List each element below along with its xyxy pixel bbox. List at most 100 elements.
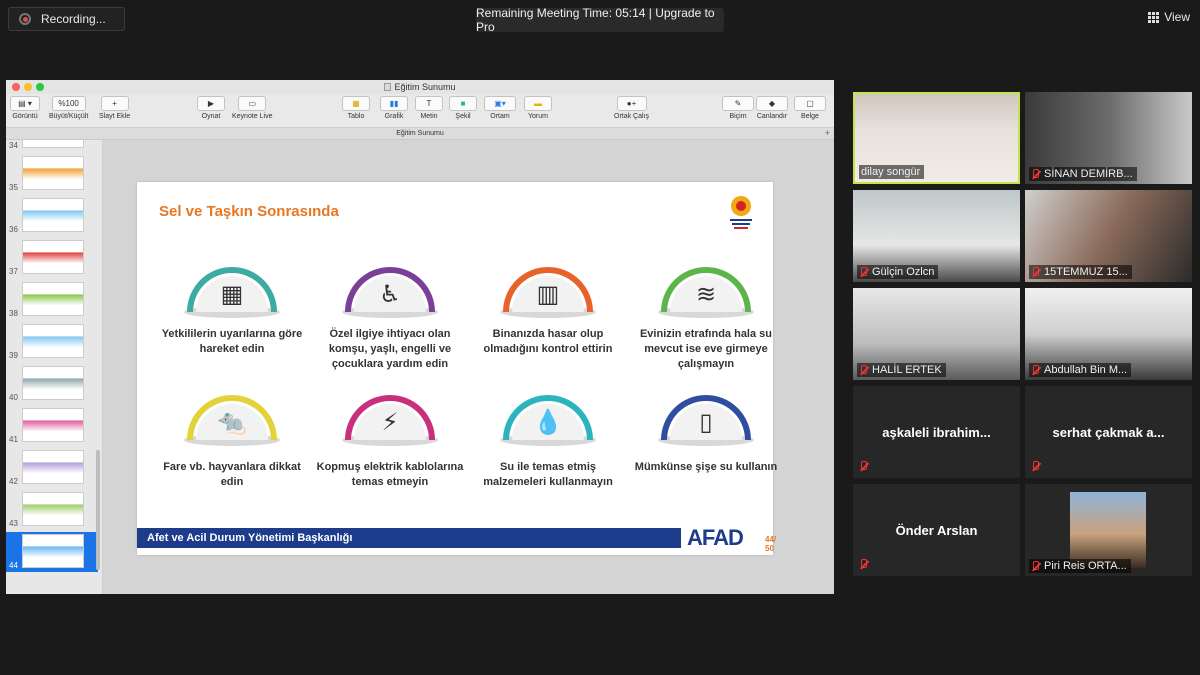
participant-name-label: Abdullah Bin M... [1029,363,1132,377]
participant-tile[interactable]: Piri Reis ORTA... [1025,484,1192,576]
muted-mic-icon [1031,461,1040,472]
safety-icon-8: ▯ [656,382,756,448]
play-button[interactable]: ▶ Oynat [197,96,225,120]
text-label: Metin [420,113,438,120]
shape-button[interactable]: ■ Şekil [449,96,477,120]
navigator-scrollbar[interactable] [96,450,100,570]
format-brush-icon: ✎ [722,96,754,111]
participant-name-label: HALİL ERTEK [857,363,946,377]
recording-indicator[interactable]: Recording... [8,7,125,31]
slide-footer-bar: Afet ve Acil Durum Yönetimi Başkanlığı [137,528,681,548]
slide-thumbnail[interactable]: 44 [6,532,98,572]
participant-name: Piri Reis ORTA... [1044,560,1127,572]
participant-tile[interactable]: 15TEMMUZ 15... [1025,190,1192,282]
participant-tile[interactable]: Gülçin Ozlcn [853,190,1020,282]
view-button[interactable]: View [1148,10,1190,24]
text-button[interactable]: T Metin [415,96,443,120]
current-slide[interactable]: Sel ve Taşkın Sonrasında ▦ Yetkililerin u… [137,182,777,555]
slide-thumbnail[interactable]: 42 [6,448,98,488]
media-button[interactable]: ▣▾ Ortam [484,96,516,120]
format-button[interactable]: ✎ Biçim [722,96,754,120]
muted-mic-icon [859,461,868,472]
safety-caption-4: Evinizin etrafında hala su mevcut ise ev… [639,328,773,370]
slide-thumbnail[interactable]: 37 [6,238,98,278]
participant-name-label: SİNAN DEMİRB... [1029,167,1137,181]
document-label: Belge [801,113,819,120]
meeting-time-banner[interactable]: Remaining Meeting Time: 05:14 | Upgrade … [476,6,724,34]
animate-icon: ◆ [756,96,788,111]
animate-button[interactable]: ◆ Canlandır [756,96,788,120]
table-button[interactable]: ▦ Tablo [342,96,370,120]
new-tab-plus-icon[interactable]: + [825,128,830,138]
chart-label: Grafik [384,113,404,120]
slide-preview [22,366,84,400]
text-icon: T [415,96,443,111]
document-icon: ▢ [794,96,826,111]
close-window-button[interactable] [12,83,20,91]
safety-icon-4: ≋ [656,254,756,320]
document-tab[interactable]: Eğitim Sunumu + [6,128,834,140]
keynote-file-icon [384,83,392,91]
keynote-toolbar: ▤ ▾ Görüntü %100 Büyüt/Küçült + Slayt Ek… [6,94,834,128]
participant-tile[interactable]: dilay songür [853,92,1020,184]
slide-number: 42 [9,477,18,486]
document-button[interactable]: ▢ Belge [794,96,826,120]
play-label: Oynat [201,113,221,120]
zoom-menu-button[interactable]: %100 Büyüt/Küçült [49,96,88,120]
participant-tile[interactable]: Abdullah Bin M... [1025,288,1192,380]
participant-tile[interactable]: SİNAN DEMİRB... [1025,92,1192,184]
chart-button[interactable]: ▮▮ Grafik [380,96,408,120]
participant-name: dilay songür [861,166,921,178]
safety-icon-1: ▦ [182,254,282,320]
slide-number: 38 [9,309,18,318]
logo-sun-icon [730,196,752,229]
sidebar-icon: ▤ ▾ [10,96,40,111]
keynote-live-button[interactable]: ▭ Keynote Live [232,96,272,120]
slide-thumbnail[interactable]: 39 [6,322,98,362]
participant-name: Gülçin Ozlcn [872,266,935,278]
collaborate-label: Ortak Çalış [614,113,650,120]
safety-caption-7: Su ile temas etmiş malzemeleri kullanmay… [483,461,613,488]
slide-number: 40 [9,393,18,402]
slide-preview [22,324,84,358]
participant-tile[interactable]: serhat çakmak a... [1025,386,1192,478]
participant-tile[interactable]: Önder Arslan [853,484,1020,576]
participant-name-label: Gülçin Ozlcn [857,265,939,279]
record-icon [19,13,31,25]
svg-text:▯: ▯ [699,408,712,436]
participant-tile[interactable]: HALİL ERTEK [853,288,1020,380]
muted-mic-icon [1031,560,1040,572]
participant-name: Önder Arslan [895,522,978,538]
participant-photo [1070,492,1146,568]
svg-text:≋: ≋ [696,280,716,308]
tab-title: Eğitim Sunumu [396,130,444,137]
slide-thumbnail[interactable]: 41 [6,406,98,446]
table-icon: ▦ [342,96,370,111]
participant-name: Abdullah Bin M... [1044,364,1128,376]
slide-thumbnail[interactable]: 36 [6,196,98,236]
view-menu-button[interactable]: ▤ ▾ Görüntü [10,96,40,120]
slide-preview [22,534,84,568]
table-label: Tablo [347,113,365,120]
collaborate-button[interactable]: ●+ Ortak Çalış [614,96,649,120]
view-menu-label: Görüntü [12,113,38,120]
play-icon: ▶ [197,96,225,111]
slide-thumbnail[interactable]: 43 [6,490,98,530]
muted-mic-icon [1031,364,1040,376]
slide-thumbnail[interactable]: 38 [6,280,98,320]
minimize-window-button[interactable] [24,83,32,91]
plus-icon: + [100,96,129,111]
comment-button[interactable]: ▬ Yorum [524,96,552,120]
slide-thumbnail[interactable]: 40 [6,364,98,404]
participant-name-label: 15TEMMUZ 15... [1029,265,1132,279]
zoom-value: %100 [51,96,86,111]
participant-name: aşkaleli ibrahim... [882,424,991,440]
svg-text:▥: ▥ [537,280,560,308]
participant-tile[interactable]: aşkaleli ibrahim... [853,386,1020,478]
muted-mic-icon [859,559,868,570]
svg-text:▦: ▦ [221,280,244,308]
zoom-window-button[interactable] [36,83,44,91]
add-slide-button[interactable]: + Slayt Ekle [99,96,130,120]
slide-thumbnail[interactable]: 34 [6,140,98,152]
slide-thumbnail[interactable]: 35 [6,154,98,194]
